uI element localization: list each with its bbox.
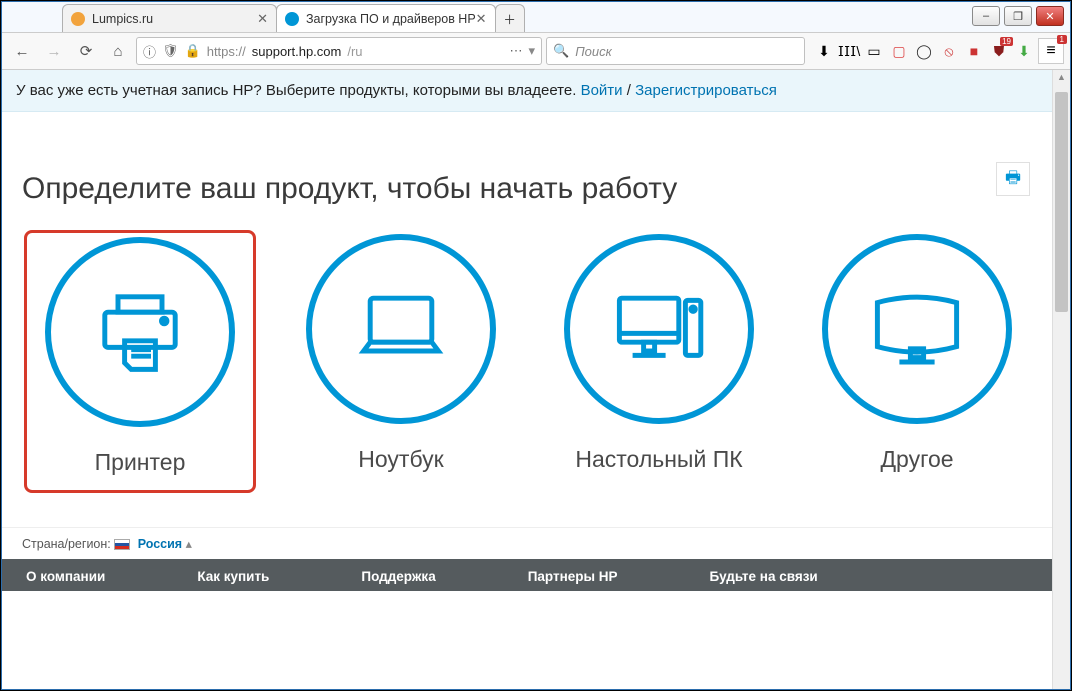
close-tab-icon[interactable]: ✕ xyxy=(476,11,487,27)
forward-icon: → xyxy=(47,43,62,60)
ushield-glyph: ⛊ xyxy=(994,43,1005,60)
app-menu-button[interactable]: ≡ xyxy=(1038,38,1064,64)
product-laptop[interactable]: Ноутбук xyxy=(288,230,514,493)
banner-text: У вас уже есть учетная запись HP? Выбери… xyxy=(16,82,581,99)
close-window-button[interactable]: ✕ xyxy=(1036,6,1064,26)
ext-adblock-icon[interactable]: ■ xyxy=(963,40,985,62)
print-button[interactable]: 🖶 xyxy=(996,162,1030,196)
library-icon[interactable]: 𝖨𝖨𝖨\ xyxy=(838,40,860,62)
product-desktop[interactable]: Настольный ПК xyxy=(546,230,772,493)
ext-ublock-icon[interactable]: ⛊ xyxy=(988,40,1010,62)
url-host: support.hp.com xyxy=(252,44,342,59)
url-path: /ru xyxy=(347,44,362,59)
tab-lumpics[interactable]: Lumpics.ru ✕ xyxy=(62,4,277,32)
banner-sep: / xyxy=(627,82,635,99)
region-label: Страна/регион: xyxy=(22,537,114,551)
greenarrow-glyph: ⬇ xyxy=(1018,43,1030,60)
tab-hp-drivers[interactable]: Загрузка ПО и драйверов HP ✕ xyxy=(276,4,496,32)
product-label: Настольный ПК xyxy=(575,446,742,473)
footer-link-connect[interactable]: Будьте на связи xyxy=(710,569,818,591)
close-tab-icon[interactable]: ✕ xyxy=(257,11,268,27)
library-glyph: 𝖨𝖨𝖨\ xyxy=(838,43,861,60)
url-dropdown-icon[interactable]: ▾ xyxy=(528,43,535,59)
plus-icon: ＋ xyxy=(503,9,516,28)
ext-download-helper-icon[interactable]: ⬇ xyxy=(1013,40,1035,62)
reader-glyph: ▭ xyxy=(867,43,880,60)
laptop-icon xyxy=(306,234,496,424)
address-bar[interactable]: ⓘ 🛡 🔒 https:// support.hp.com/ru ⋯ ▾ xyxy=(136,37,542,65)
forward-button[interactable]: → xyxy=(40,37,68,65)
lock-warning-icon[interactable]: 🔒 xyxy=(185,43,201,59)
footer-link-support[interactable]: Поддержка xyxy=(361,569,435,591)
register-link[interactable]: Зарегистрироваться xyxy=(635,82,777,99)
pocket-icon[interactable]: ▢ xyxy=(888,40,910,62)
reload-icon: ⟳ xyxy=(80,42,93,60)
maximize-button[interactable]: ❐ xyxy=(1004,6,1032,26)
pocket-glyph: ▢ xyxy=(892,43,905,60)
footer-link-partners[interactable]: Партнеры HP xyxy=(528,569,618,591)
ext-noscript-icon[interactable]: ⦸ xyxy=(938,40,960,62)
tab-title: Lumpics.ru xyxy=(92,12,153,26)
region-value[interactable]: Россия xyxy=(138,537,182,551)
monitor-icon xyxy=(822,234,1012,424)
product-label: Принтер xyxy=(95,449,186,476)
menu-icon: ≡ xyxy=(1046,42,1055,60)
product-grid: Принтер Ноутбук xyxy=(2,230,1052,527)
ext-opera-icon[interactable]: ◯ xyxy=(913,40,935,62)
footer-link-about[interactable]: О компании xyxy=(26,569,105,591)
search-box[interactable]: 🔍 Поиск xyxy=(546,37,805,65)
window-controls: – ❐ ✕ xyxy=(972,6,1064,26)
site-info-icon[interactable]: ⓘ xyxy=(143,42,156,61)
abp-glyph: ■ xyxy=(970,43,978,59)
desktop-icon xyxy=(564,234,754,424)
product-other[interactable]: Другое xyxy=(804,230,1030,493)
product-printer[interactable]: Принтер xyxy=(24,230,256,493)
close-icon: ✕ xyxy=(1045,10,1054,23)
product-label: Ноутбук xyxy=(358,446,443,473)
product-label: Другое xyxy=(880,446,953,473)
back-icon: ← xyxy=(15,43,30,60)
page-actions-icon[interactable]: ⋯ xyxy=(509,43,522,59)
tab-strip: Lumpics.ru ✕ Загрузка ПО и драйверов HP … xyxy=(2,2,524,32)
reader-icon[interactable]: ▭ xyxy=(863,40,885,62)
printer-icon xyxy=(45,237,235,427)
url-scheme: https:// xyxy=(207,44,246,59)
footer-link-buy[interactable]: Как купить xyxy=(197,569,269,591)
page-heading: Определите ваш продукт, чтобы начать раб… xyxy=(22,172,1032,206)
page-content: У вас уже есть учетная запись HP? Выбери… xyxy=(2,70,1052,689)
back-button[interactable]: ← xyxy=(8,37,36,65)
tracking-shield-icon[interactable]: 🛡 xyxy=(162,43,179,59)
home-button[interactable]: ⌂ xyxy=(104,37,132,65)
favicon-lumpics xyxy=(71,12,85,26)
minimize-button[interactable]: – xyxy=(972,6,1000,26)
scrollbar-thumb[interactable] xyxy=(1055,92,1068,312)
titlebar: Lumpics.ru ✕ Загрузка ПО и драйверов HP … xyxy=(2,2,1070,32)
download-glyph: ⬇ xyxy=(818,43,830,60)
print-icon: 🖶 xyxy=(1005,165,1021,194)
toolbar-extensions: ⬇ 𝖨𝖨𝖨\ ▭ ▢ ◯ ⦸ ■ ⛊ ⬇ ≡ xyxy=(809,38,1064,64)
opera-glyph: ◯ xyxy=(916,43,932,60)
reload-button[interactable]: ⟳ xyxy=(72,37,100,65)
nav-toolbar: ← → ⟳ ⌂ ⓘ 🛡 🔒 https:// support.hp.com/ru … xyxy=(2,32,1070,70)
downloads-icon[interactable]: ⬇ xyxy=(813,40,835,62)
tab-title: Загрузка ПО и драйверов HP xyxy=(306,12,476,26)
login-link[interactable]: Войти xyxy=(581,82,623,99)
region-selector[interactable]: Страна/регион: Россия ▴ xyxy=(2,527,1052,559)
vertical-scrollbar[interactable] xyxy=(1052,70,1070,689)
minimize-icon: – xyxy=(983,10,989,22)
search-icon: 🔍 xyxy=(553,43,569,59)
chevron-up-icon: ▴ xyxy=(186,537,192,551)
account-banner: У вас уже есть учетная запись HP? Выбери… xyxy=(2,70,1052,112)
russia-flag-icon xyxy=(114,539,130,550)
nosign-glyph: ⦸ xyxy=(944,43,953,60)
new-tab-button[interactable]: ＋ xyxy=(495,4,525,32)
favicon-hp xyxy=(285,12,299,26)
page-footer: О компании Как купить Поддержка Партнеры… xyxy=(2,559,1052,591)
maximize-icon: ❐ xyxy=(1013,10,1023,23)
search-placeholder: Поиск xyxy=(575,44,612,59)
home-icon: ⌂ xyxy=(113,43,122,60)
